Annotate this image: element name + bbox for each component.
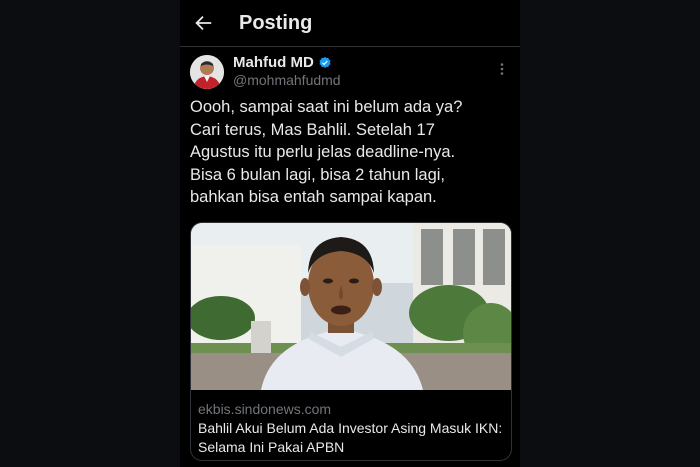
card-domain: ekbis.sindonews.com: [198, 401, 332, 417]
page-title: Posting: [239, 12, 313, 34]
post-column: Posting Mahfud MD @mohmahfudmd Oooh, sam…: [180, 0, 520, 467]
article-thumbnail-image: [191, 223, 511, 390]
more-options-icon[interactable]: [498, 62, 506, 76]
link-preview-card[interactable]: ekbis.sindonews.com Bahlil Akui Belum Ad…: [190, 222, 512, 461]
screen-background: Posting Mahfud MD @mohmahfudmd Oooh, sam…: [0, 0, 700, 467]
avatar[interactable]: [190, 55, 224, 89]
verified-badge-icon: [319, 56, 331, 68]
arrow-left-icon[interactable]: [192, 12, 214, 34]
author-row: Mahfud MD: [233, 54, 332, 71]
author-name[interactable]: Mahfud MD: [233, 54, 314, 71]
author-handle[interactable]: @mohmahfudmd: [233, 72, 341, 88]
tweet-text: Oooh, sampai saat ini belum ada ya? Cari…: [190, 98, 463, 206]
top-bar: Posting: [180, 0, 520, 47]
card-title: Bahlil Akui Belum Ada Investor Asing Mas…: [198, 420, 503, 455]
